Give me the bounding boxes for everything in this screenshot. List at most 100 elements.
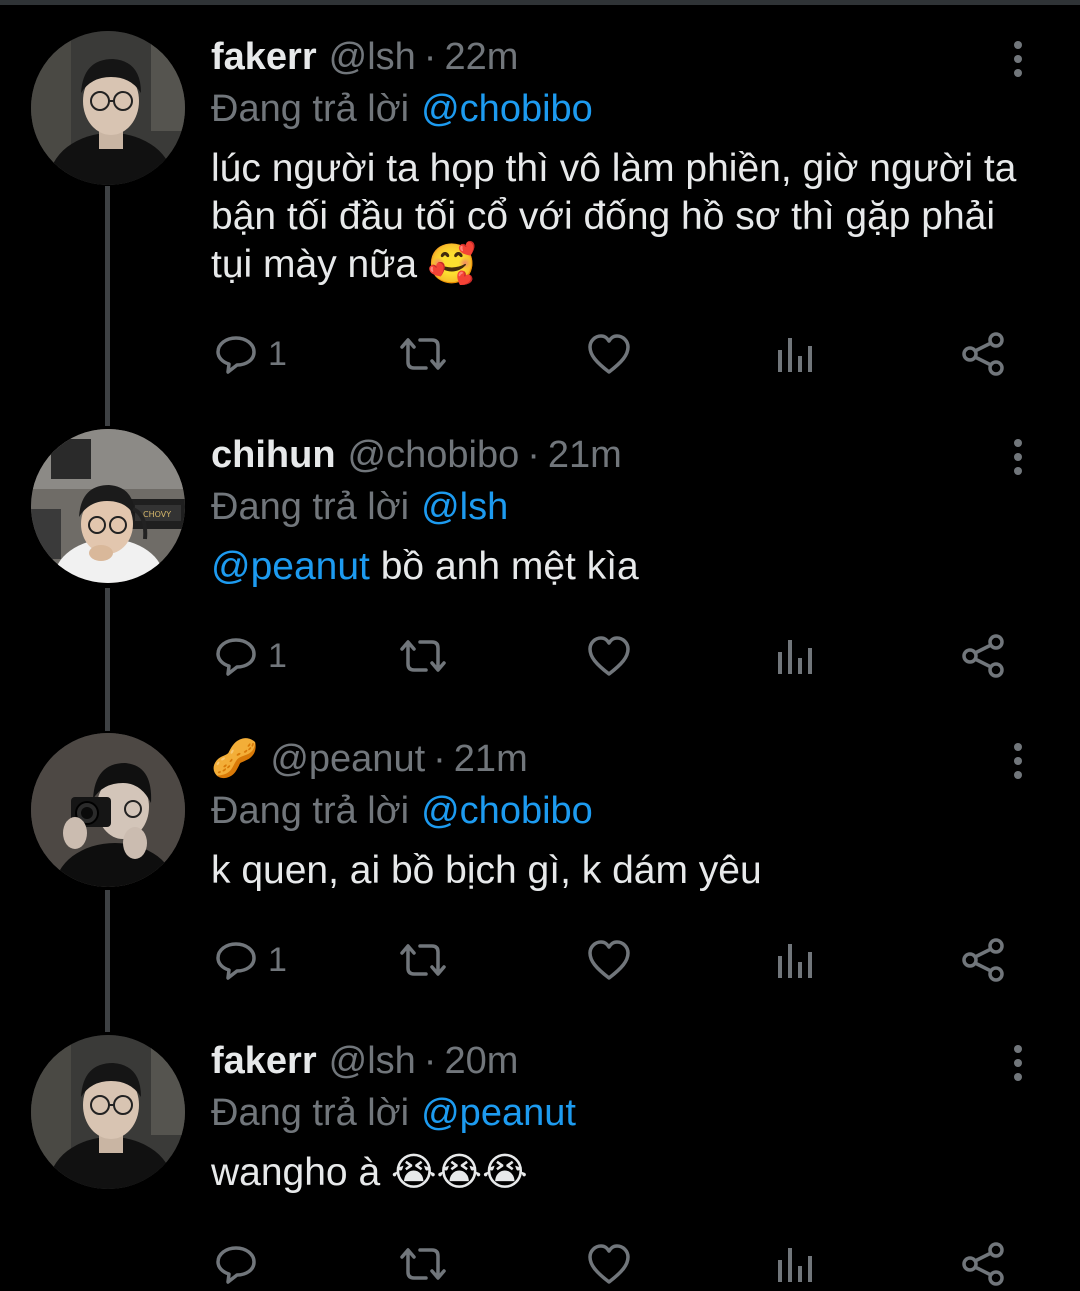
views-button[interactable] [776,1239,816,1289]
tweet-content-column: chihun @chobibo · 21m Đang trả lời @lsh … [211,429,1031,591]
like-button[interactable] [586,935,632,985]
more-vertical-icon[interactable] [1008,39,1028,79]
tweet[interactable]: CHOVY chihun @chobibo · 21m Đang trả lời… [0,429,1080,719]
more-vertical-icon[interactable] [1008,1043,1028,1083]
tweet-header: chihun @chobibo · 21m [211,429,1031,481]
replying-to-mention[interactable]: @peanut [421,1092,576,1135]
retweet-button[interactable] [398,1239,448,1289]
retweet-icon [400,944,446,976]
tweet-header: 🥜 @peanut · 21m [211,733,1031,785]
reply-bubble-icon [216,336,256,374]
separator: · [433,737,446,780]
replying-to-mention[interactable]: @chobibo [421,88,593,131]
svg-text:CHOVY: CHOVY [143,510,171,519]
reply-count: 1 [268,940,287,979]
analytics-icon [778,338,812,372]
replying-to: Đang trả lời @chobibo [211,83,1031,135]
replying-prefix: Đang trả lời [211,789,410,832]
retweet-button[interactable] [398,935,448,985]
share-icon [962,938,1004,982]
views-button[interactable] [776,329,816,379]
reply-bubble-icon [216,942,256,980]
share-button[interactable] [960,1239,1006,1289]
tweet-actions: 1 [0,631,1080,681]
tweet-actions [0,1239,1080,1289]
reply-button[interactable]: 1 [214,935,287,985]
reply-button[interactable] [214,1239,268,1289]
share-button[interactable] [960,329,1006,379]
avatar[interactable]: CHOVY [31,429,185,583]
tweet-text-body: bồ anh mệt kìa [369,545,639,588]
timestamp[interactable]: 21m [548,434,622,477]
more-vertical-icon[interactable] [1008,437,1028,477]
display-name[interactable]: chihun [211,434,336,477]
avatar[interactable] [31,31,185,185]
replying-to-mention[interactable]: @chobibo [421,790,593,833]
like-button[interactable] [586,631,632,681]
avatar[interactable] [31,1035,185,1189]
tweet-header: fakerr @lsh · 22m [211,31,1031,83]
retweet-icon [400,338,446,370]
tweet-text: wangho à 😭😭😭 [211,1151,528,1194]
analytics-icon [778,640,812,674]
like-button[interactable] [586,1239,632,1289]
reply-button[interactable]: 1 [214,329,287,379]
separator: · [423,35,437,78]
heart-icon [588,334,630,374]
tweet-content-column: fakerr @lsh · 20m Đang trả lời @peanut w… [211,1035,1031,1197]
views-button[interactable] [776,935,816,985]
separator: · [527,433,540,476]
display-name[interactable]: 🥜 [211,737,258,781]
tweet-content-column: fakerr @lsh · 22m Đang trả lời @chobibo … [211,31,1031,289]
share-button[interactable] [960,631,1006,681]
tweet-actions: 1 [0,329,1080,379]
timestamp[interactable]: 20m [444,1040,518,1083]
share-icon [962,332,1004,376]
replying-to: Đang trả lời @lsh [211,481,1031,533]
tweet-text: @peanut bồ anh mệt kìa [211,543,1026,591]
analytics-icon [778,944,812,978]
top-divider [0,0,1080,5]
heart-icon [588,1244,630,1284]
text-mention[interactable]: @peanut [211,545,370,588]
timestamp[interactable]: 22m [444,36,518,79]
replying-to-mention[interactable]: @lsh [421,486,508,529]
replying-to: Đang trả lời @peanut [211,1087,1031,1139]
user-handle[interactable]: @lsh [329,1040,416,1083]
replying-prefix: Đang trả lời [211,87,410,130]
retweet-button[interactable] [398,329,448,379]
share-button[interactable] [960,935,1006,985]
replying-prefix: Đang trả lời [211,485,410,528]
user-handle[interactable]: @peanut [270,738,425,781]
avatar[interactable] [31,733,185,887]
retweet-icon [400,1248,446,1280]
display-name[interactable]: fakerr [211,36,317,79]
heart-icon [588,940,630,980]
user-handle[interactable]: @chobibo [348,434,520,477]
reply-button[interactable]: 1 [214,631,287,681]
like-button[interactable] [586,329,632,379]
tweet-content-column: 🥜 @peanut · 21m Đang trả lời @chobibo k … [211,733,1031,895]
tweet[interactable]: fakerr @lsh · 20m Đang trả lời @peanut w… [0,1035,1080,1291]
heart-icon [588,636,630,676]
tweet-text: lúc người ta họp thì vô làm phiền, giờ n… [211,147,1017,286]
retweet-button[interactable] [398,631,448,681]
reply-bubble-icon [216,1246,256,1284]
display-name[interactable]: fakerr [211,1040,317,1083]
tweet[interactable]: fakerr @lsh · 22m Đang trả lời @chobibo … [0,31,1080,411]
share-icon [962,634,1004,678]
analytics-icon [778,1248,812,1282]
tweet-text: k quen, ai bồ bịch gì, k dám yêu [211,849,762,892]
reply-count: 1 [268,636,287,675]
user-handle[interactable]: @lsh [329,36,416,79]
share-icon [962,1242,1004,1286]
tweet[interactable]: 🥜 @peanut · 21m Đang trả lời @chobibo k … [0,733,1080,1023]
reply-count: 1 [268,334,287,373]
views-button[interactable] [776,631,816,681]
replying-to: Đang trả lời @chobibo [211,785,1031,837]
tweet-header: fakerr @lsh · 20m [211,1035,1031,1087]
retweet-icon [400,640,446,672]
timestamp[interactable]: 21m [454,738,528,781]
more-vertical-icon[interactable] [1008,741,1028,781]
separator: · [423,1039,437,1082]
